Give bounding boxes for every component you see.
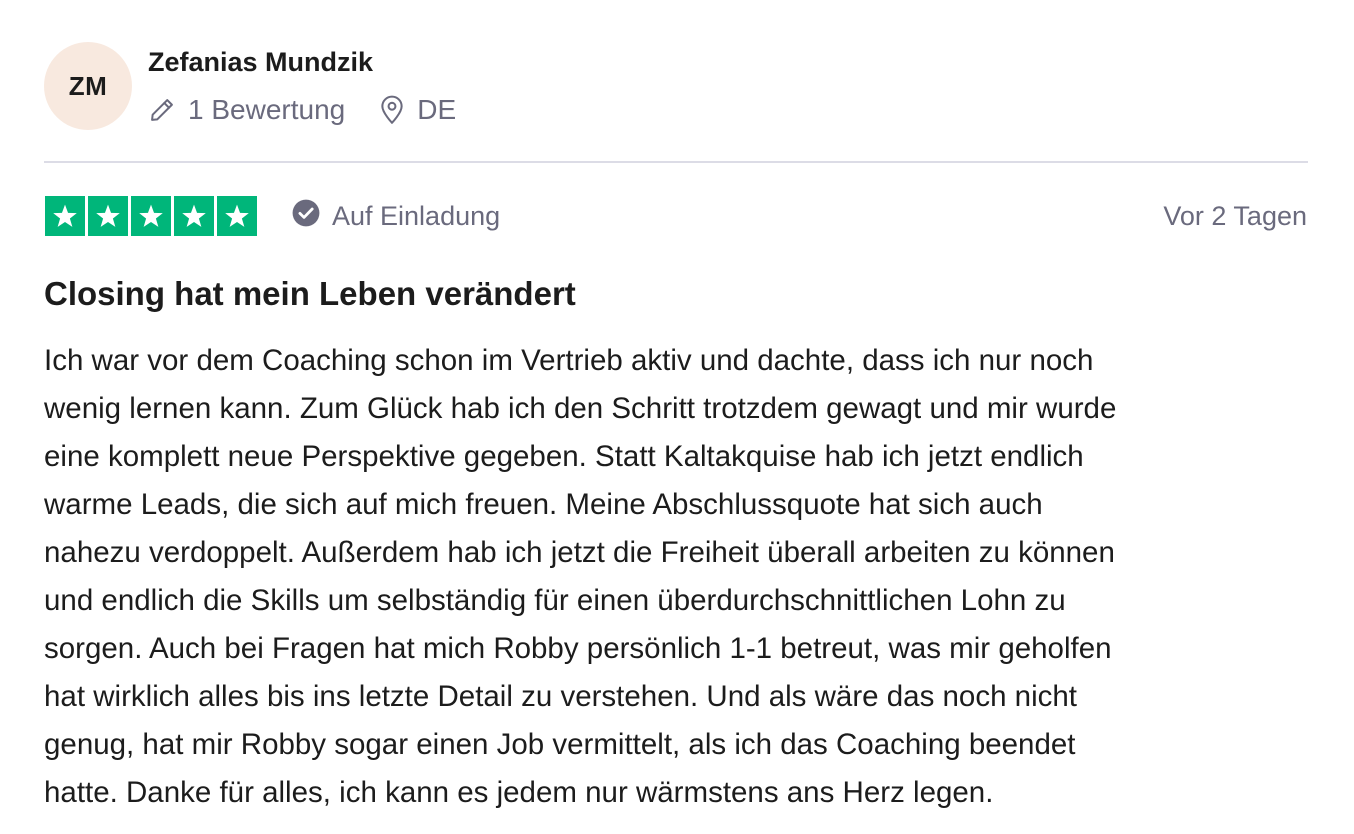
star-icon bbox=[45, 196, 85, 236]
avatar-initials: ZM bbox=[68, 70, 108, 101]
country-label: DE bbox=[417, 94, 457, 125]
review-body-line: wenig lernen kann. Zum Glück hab ich den… bbox=[44, 392, 1117, 425]
review-body-line: eine komplett neue Perspektive gegeben. … bbox=[44, 440, 1084, 473]
reviewer-name[interactable]: Zefanias Mundzik bbox=[148, 45, 373, 79]
star-icon bbox=[131, 196, 171, 236]
review-body-line: genug, hat mir Robby sogar einen Job ver… bbox=[44, 728, 1076, 761]
review-body-line: und endlich die Skills um selbständig fü… bbox=[44, 584, 1066, 617]
star-icon bbox=[217, 196, 257, 236]
star-rating bbox=[45, 196, 257, 236]
avatar[interactable]: ZM bbox=[44, 42, 132, 130]
review-body-line: hatte. Danke für alles, ich kann es jede… bbox=[44, 776, 994, 809]
verification-badge[interactable]: Auf Einladung bbox=[292, 198, 500, 234]
check-circle-icon bbox=[292, 199, 320, 234]
review-body-line: nahezu verdoppelt. Außerdem hab ich jetz… bbox=[44, 536, 1115, 569]
review-count: 1 Bewertung bbox=[148, 92, 345, 128]
review-body: Ich war vor dem Coaching schon im Vertri… bbox=[44, 337, 1324, 817]
review-body-line: sorgen. Auch bei Fragen hat mich Robby p… bbox=[44, 632, 1112, 665]
star-icon bbox=[88, 196, 128, 236]
reviewer-meta: 1 Bewertung DE bbox=[148, 92, 456, 128]
review-body-line: Ich war vor dem Coaching schon im Vertri… bbox=[44, 344, 1094, 377]
review-title[interactable]: Closing hat mein Leben verändert bbox=[44, 274, 576, 314]
location-pin-icon bbox=[379, 95, 405, 125]
review-date: Vor 2 Tagen bbox=[1163, 201, 1307, 231]
divider bbox=[44, 161, 1308, 163]
review-count-label: 1 Bewertung bbox=[188, 94, 346, 125]
review-card: ZM Zefanias Mundzik 1 Bewertung DE Auf E… bbox=[0, 0, 1354, 834]
verification-label: Auf Einladung bbox=[332, 200, 501, 231]
reviewer-country: DE bbox=[379, 92, 456, 128]
star-icon bbox=[174, 196, 214, 236]
review-body-line: hat wirklich alles bis ins letzte Detail… bbox=[44, 680, 1077, 713]
review-body-line: warme Leads, die sich auf mich freuen. M… bbox=[44, 488, 1043, 521]
pencil-icon bbox=[148, 96, 176, 124]
